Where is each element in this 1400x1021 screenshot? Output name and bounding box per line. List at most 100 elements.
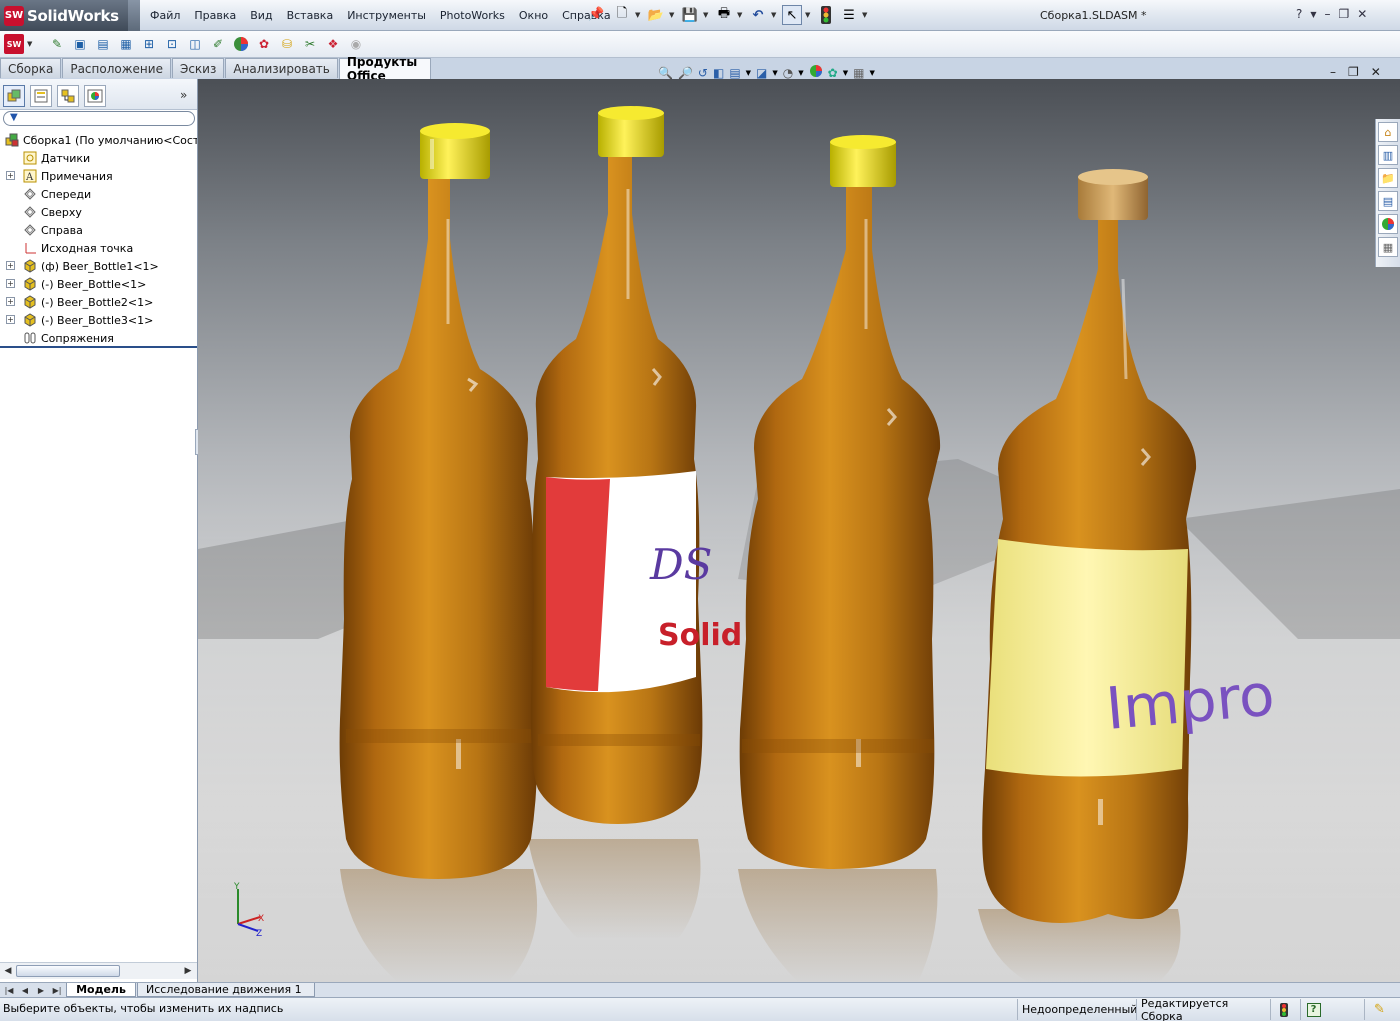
tab-layout[interactable]: Расположение	[62, 58, 171, 78]
scroll-left-icon[interactable]: ◀	[1, 964, 15, 978]
tab-office-products[interactable]: Продукты Office	[338, 55, 431, 83]
zoom-to-area-icon[interactable]: 🔎	[678, 66, 693, 80]
custom-properties-icon[interactable]: ▦	[1378, 237, 1398, 257]
apply-scene-dropdown-icon[interactable]: ▼	[843, 69, 848, 77]
edit-scene-icon[interactable]: ✂	[300, 34, 320, 54]
logo-flyout-arrow[interactable]	[128, 0, 140, 31]
view-orientation-dropdown-icon[interactable]: ▼	[746, 69, 751, 77]
view-settings-dropdown-icon[interactable]: ▼	[869, 69, 874, 77]
rebuild-status-icon[interactable]	[1270, 999, 1296, 1020]
viewport-restore-icon[interactable]: ❐	[1348, 65, 1359, 79]
help-icon[interactable]: ?	[1296, 7, 1302, 21]
menu-view[interactable]: Вид	[243, 9, 279, 22]
tree-item[interactable]: Спереди	[0, 185, 197, 203]
render-region-icon[interactable]: ▤	[93, 34, 113, 54]
hide-show-items-icon[interactable]: ◔	[783, 66, 793, 80]
view-orientation-icon[interactable]: ▤	[729, 66, 740, 80]
file-explorer-icon[interactable]: 📁	[1378, 168, 1398, 188]
last-tab-icon[interactable]: ▶|	[50, 984, 64, 996]
sw-menu-dropdown-icon[interactable]: ▼	[27, 40, 35, 48]
close-icon[interactable]: ✕	[1357, 7, 1367, 21]
pencil-edit-icon[interactable]: ✎	[1364, 999, 1394, 1020]
tab-evaluate[interactable]: Анализировать	[225, 58, 338, 78]
menu-edit[interactable]: Правка	[187, 9, 243, 22]
photoworks-preview-icon[interactable]: ▣	[70, 34, 90, 54]
tree-filter-input[interactable]: ▼	[3, 111, 195, 126]
open-folder-icon[interactable]: 📂	[646, 5, 666, 25]
tree-item[interactable]: + (-) Beer_Bottle3<1>	[0, 311, 197, 329]
menu-help[interactable]: Справка	[555, 9, 617, 22]
save-icon[interactable]: 💾	[680, 5, 700, 25]
tab-sketch[interactable]: Эскиз	[171, 58, 225, 78]
viewport-minimize-icon[interactable]: –	[1330, 65, 1336, 79]
viewport-close-icon[interactable]: ✕	[1371, 65, 1381, 79]
render-last-icon[interactable]: ⊡	[162, 34, 182, 54]
lights-icon[interactable]: ✿	[254, 34, 274, 54]
tab-motion-study[interactable]: Исследование движения 1	[137, 983, 315, 997]
scroll-right-icon[interactable]: ▶	[181, 964, 195, 978]
graphics-viewport[interactable]: DS Solid Impro Y X Z	[198, 79, 1400, 982]
options-icon[interactable]: ☰	[839, 5, 859, 25]
bottle-3[interactable]	[739, 135, 941, 869]
pin-icon[interactable]: 📌	[588, 7, 604, 22]
zoom-to-fit-icon[interactable]: 🔍	[658, 66, 673, 80]
edit-appearance-icon[interactable]	[809, 64, 823, 81]
tree-item[interactable]: Сверху	[0, 203, 197, 221]
solidworks-logo[interactable]: SW SolidWorks	[0, 0, 134, 31]
select-arrow-icon[interactable]: ↖	[782, 5, 802, 25]
section-view-icon[interactable]: ◧	[713, 66, 724, 80]
next-tab-icon[interactable]: ▶	[34, 984, 48, 996]
select-dropdown-icon[interactable]: ▼	[805, 11, 813, 19]
tab-model[interactable]: Модель	[66, 983, 136, 997]
tab-assembly[interactable]: Сборка	[0, 58, 62, 78]
first-tab-icon[interactable]: |◀	[2, 984, 16, 996]
save-dropdown-icon[interactable]: ▼	[703, 11, 711, 19]
previous-view-icon[interactable]: ↺	[698, 66, 708, 80]
apply-scene-icon[interactable]: ✿	[828, 66, 838, 80]
scene-icon[interactable]: ◫	[185, 34, 205, 54]
undo-icon[interactable]: ↶	[748, 5, 768, 25]
design-library-icon[interactable]: ▥	[1378, 145, 1398, 165]
options-dropdown-icon[interactable]: ▼	[862, 11, 870, 19]
photoworks-render-icon[interactable]: ✎	[47, 34, 67, 54]
new-dropdown-icon[interactable]: ▼	[635, 11, 643, 19]
undo-dropdown-icon[interactable]: ▼	[771, 11, 779, 19]
render-selection-icon[interactable]: ▦	[116, 34, 136, 54]
options-photo-icon[interactable]: ❖	[323, 34, 343, 54]
print-dropdown-icon[interactable]: ▼	[737, 11, 745, 19]
expand-toggle-icon[interactable]: +	[6, 261, 15, 270]
tree-item[interactable]: Сборка1 (По умолчанию<Состояние	[0, 131, 197, 149]
solidworks-resources-icon[interactable]: ⌂	[1378, 122, 1398, 142]
prev-tab-icon[interactable]: ◀	[18, 984, 32, 996]
menu-file[interactable]: Файл	[143, 9, 187, 22]
rebuild-traffic-light-icon[interactable]	[816, 5, 836, 25]
materials-icon[interactable]	[231, 34, 251, 54]
tree-item[interactable]: + A Примечания	[0, 167, 197, 185]
view-settings-icon[interactable]: ▦	[853, 66, 864, 80]
new-document-icon[interactable]: 🗋	[612, 5, 632, 25]
configurationmanager-tab-icon[interactable]	[57, 85, 79, 107]
print-icon[interactable]: 🖶	[714, 5, 734, 25]
menu-window[interactable]: Окно	[512, 9, 555, 22]
view-palette-icon[interactable]: ▤	[1378, 191, 1398, 211]
filter-icon[interactable]: ▼	[10, 112, 18, 123]
tree-item[interactable]: Справа	[0, 221, 197, 239]
hide-show-dropdown-icon[interactable]: ▼	[798, 69, 803, 77]
tree-item[interactable]: + (ф) Beer_Bottle1<1>	[0, 257, 197, 275]
tree-item[interactable]: + (-) Beer_Bottle<1>	[0, 275, 197, 293]
help-dropdown-icon[interactable]: ▼	[1310, 10, 1316, 21]
quick-tips-icon[interactable]: ?	[1300, 999, 1326, 1020]
display-style-dropdown-icon[interactable]: ▼	[772, 69, 777, 77]
tree-item[interactable]: Исходная точка	[0, 239, 197, 257]
tree-item[interactable]: Датчики	[0, 149, 197, 167]
display-style-icon[interactable]: ◪	[756, 66, 767, 80]
expand-toggle-icon[interactable]: +	[6, 297, 15, 306]
menu-tools[interactable]: Инструменты	[340, 9, 433, 22]
propertymanager-tab-icon[interactable]	[30, 85, 52, 107]
restore-icon[interactable]: ❐	[1339, 7, 1350, 21]
open-dropdown-icon[interactable]: ▼	[669, 11, 677, 19]
expand-toggle-icon[interactable]: +	[6, 171, 15, 180]
appearances-scenes-icon[interactable]	[1378, 214, 1398, 234]
scroll-thumb[interactable]	[16, 965, 120, 977]
tree-item[interactable]: + (-) Beer_Bottle2<1>	[0, 293, 197, 311]
